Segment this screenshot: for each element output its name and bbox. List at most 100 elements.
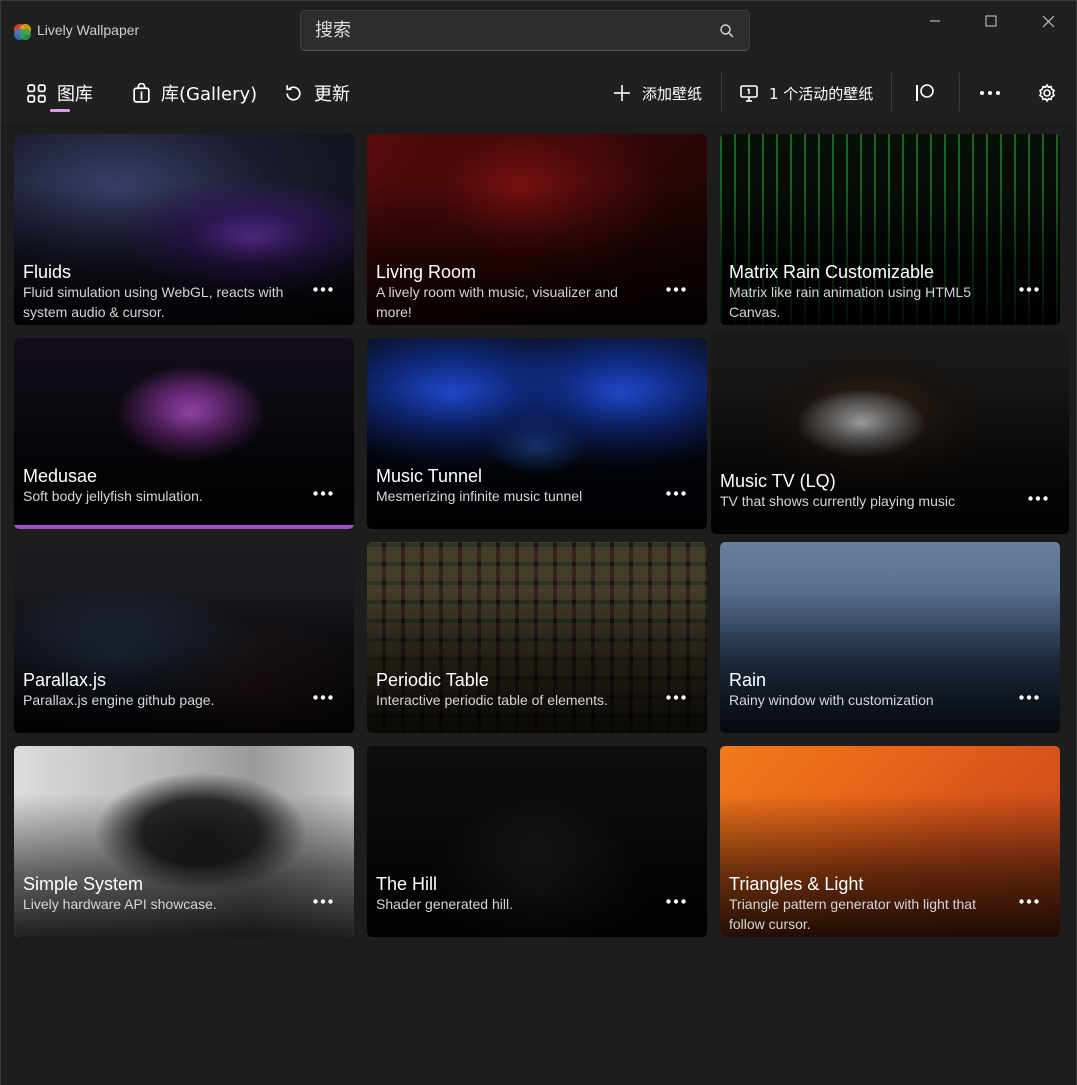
- more-horizontal-icon: [666, 694, 686, 700]
- more-horizontal-icon: [313, 490, 333, 496]
- close-icon: [1042, 15, 1054, 27]
- tab-library[interactable]: 图库: [26, 79, 93, 107]
- wallpaper-title: Living Room: [376, 262, 477, 282]
- more-horizontal-icon: [1019, 286, 1039, 292]
- more-horizontal-icon: [1019, 694, 1039, 700]
- tab-gallery[interactable]: 库(Gallery): [132, 79, 257, 107]
- wallpaper-more-button[interactable]: [1016, 687, 1042, 707]
- nav-bar: 图库 库(Gallery) 更新 添加壁纸 1 个活动的壁纸: [1, 63, 1076, 121]
- wallpaper-description: A lively room with music, visualizer and…: [376, 284, 618, 320]
- wallpaper-card[interactable]: Periodic Table Interactive periodic tabl…: [367, 542, 707, 733]
- divider: [959, 73, 960, 111]
- wallpaper-more-button[interactable]: [310, 687, 336, 707]
- more-horizontal-icon: [313, 286, 333, 292]
- refresh-icon: [286, 84, 301, 101]
- wallpaper-description: Parallax.js engine github page.: [23, 692, 215, 708]
- more-horizontal-icon: [313, 898, 333, 904]
- search-box[interactable]: [300, 10, 750, 51]
- wallpaper-more-button[interactable]: [663, 279, 689, 299]
- wallpaper-more-button[interactable]: [1016, 891, 1042, 911]
- shopping-bag-icon: [133, 82, 150, 103]
- wallpaper-title: Music Tunnel: [376, 466, 483, 486]
- close-button[interactable]: [1025, 7, 1071, 35]
- maximize-button[interactable]: [968, 7, 1014, 35]
- more-horizontal-icon: [666, 898, 686, 904]
- add-wallpaper-label: 添加壁纸: [642, 84, 703, 103]
- wallpaper-card[interactable]: Matrix Rain Customizable Matrix like rai…: [720, 134, 1060, 325]
- wallpaper-card[interactable]: Music Tunnel Mesmerizing infinite music …: [367, 338, 707, 529]
- wallpaper-description: TV that shows currently playing music: [720, 493, 955, 509]
- minimize-button[interactable]: [912, 7, 958, 35]
- wallpaper-more-button[interactable]: [663, 687, 689, 707]
- wallpaper-more-button[interactable]: [310, 279, 336, 299]
- tab-update[interactable]: 更新: [283, 79, 350, 107]
- wallpaper-card[interactable]: Simple System Lively hardware API showca…: [14, 746, 354, 937]
- more-horizontal-icon: [1028, 495, 1048, 501]
- wallpaper-title: Periodic Table: [376, 670, 489, 690]
- patreon-icon: [916, 84, 934, 101]
- search-icon[interactable]: [719, 23, 735, 39]
- more-horizontal-icon: [980, 91, 1000, 95]
- search-input[interactable]: [315, 20, 719, 41]
- wallpaper-description: Lively hardware API showcase.: [23, 896, 217, 912]
- settings-button[interactable]: [1037, 79, 1057, 107]
- wallpaper-card[interactable]: Living Room A lively room with music, vi…: [367, 134, 707, 325]
- add-wallpaper-button[interactable]: 添加壁纸: [612, 79, 702, 107]
- wallpaper-title: Triangles & Light: [729, 874, 864, 894]
- wallpaper-description: Shader generated hill.: [376, 896, 513, 912]
- wallpaper-description: Matrix like rain animation using HTML5 C…: [729, 284, 971, 320]
- wallpaper-more-button[interactable]: [1016, 279, 1042, 299]
- patreon-button[interactable]: [914, 79, 936, 107]
- plus-icon: [614, 85, 630, 101]
- active-tab-indicator: [50, 109, 70, 112]
- wallpaper-card[interactable]: Triangles & Light Triangle pattern gener…: [720, 746, 1060, 937]
- wallpaper-description: Rainy window with customization: [729, 692, 934, 708]
- tab-library-label: 图库: [57, 84, 93, 105]
- maximize-icon: [985, 15, 997, 27]
- wallpaper-title: Simple System: [23, 874, 144, 894]
- wallpaper-description: Mesmerizing infinite music tunnel: [376, 488, 583, 504]
- wallpaper-description: Triangle pattern generator with light th…: [729, 896, 976, 932]
- wallpaper-more-button[interactable]: [310, 891, 336, 911]
- wallpaper-description: Interactive periodic table of elements.: [376, 692, 608, 708]
- more-horizontal-icon: [666, 286, 686, 292]
- tab-gallery-label: 库(Gallery): [161, 84, 258, 105]
- divider: [721, 73, 722, 111]
- active-wallpapers-button[interactable]: 1 个活动的壁纸: [739, 79, 873, 107]
- wallpaper-card[interactable]: Rain Rainy window with customization: [720, 542, 1060, 733]
- wallpaper-more-button[interactable]: [1025, 488, 1051, 508]
- wallpaper-title: Rain: [729, 670, 767, 690]
- more-horizontal-icon: [1019, 898, 1039, 904]
- app-window: Lively Wallpaper 图库: [0, 0, 1077, 1085]
- wallpaper-title: The Hill: [376, 874, 438, 894]
- app-title: Lively Wallpaper: [37, 22, 140, 38]
- minimize-icon: [930, 20, 940, 22]
- wallpaper-card[interactable]: The Hill Shader generated hill.: [367, 746, 707, 937]
- app-logo-icon: [13, 23, 32, 41]
- title-bar: Lively Wallpaper: [1, 1, 1076, 61]
- tab-update-label: 更新: [314, 84, 350, 105]
- more-horizontal-icon: [313, 694, 333, 700]
- more-options-button[interactable]: [979, 79, 1001, 107]
- wallpaper-title: Music TV (LQ): [720, 471, 836, 491]
- grid-icon: [27, 83, 46, 103]
- wallpaper-more-button[interactable]: [663, 483, 689, 503]
- wallpaper-grid: Fluids Fluid simulation using WebGL, rea…: [1, 123, 1076, 1085]
- wallpaper-card[interactable]: Parallax.js Parallax.js engine github pa…: [14, 542, 354, 733]
- wallpaper-title: Fluids: [23, 262, 72, 282]
- monitor-icon: [740, 85, 758, 102]
- divider: [891, 73, 892, 111]
- wallpaper-more-button[interactable]: [310, 483, 336, 503]
- wallpaper-card[interactable]: Music TV (LQ) TV that shows currently pl…: [711, 333, 1069, 534]
- wallpaper-card[interactable]: Fluids Fluid simulation using WebGL, rea…: [14, 134, 354, 325]
- wallpaper-card[interactable]: Medusae Soft body jellyfish simulation.: [14, 338, 354, 529]
- more-horizontal-icon: [666, 490, 686, 496]
- active-wallpapers-label: 1 个活动的壁纸: [769, 84, 874, 103]
- wallpaper-title: Matrix Rain Customizable: [729, 262, 935, 282]
- wallpaper-description: Fluid simulation using WebGL, reacts wit…: [23, 284, 284, 320]
- wallpaper-description: Soft body jellyfish simulation.: [23, 488, 203, 504]
- wallpaper-title: Parallax.js: [23, 670, 107, 690]
- gear-icon: [1038, 83, 1056, 103]
- wallpaper-title: Medusae: [23, 466, 98, 486]
- wallpaper-more-button[interactable]: [663, 891, 689, 911]
